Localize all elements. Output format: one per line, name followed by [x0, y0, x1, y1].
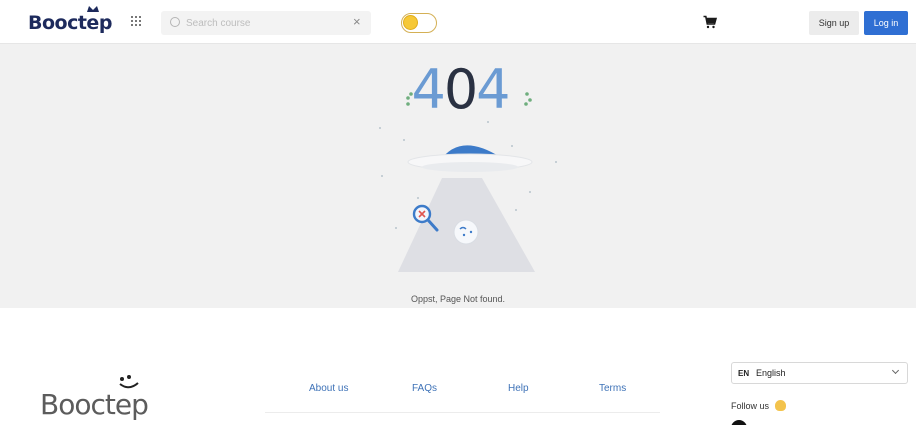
- logo-crown-icon: [87, 6, 99, 12]
- language-flag-icon: EN: [738, 369, 750, 378]
- wave-hand-icon: [774, 400, 786, 411]
- follow-us: Follow us: [731, 400, 786, 411]
- footer-logo-crown-icon: [119, 375, 139, 389]
- top-navbar: Booctep × Sign up Log in: [0, 0, 916, 44]
- cart-icon[interactable]: [703, 15, 717, 29]
- language-select[interactable]: EN English: [731, 362, 908, 384]
- sad-face-icon: [453, 219, 479, 245]
- error-section: 404 Oppst, Page Not found.: [0, 44, 916, 308]
- chevron-down-icon: [891, 366, 900, 375]
- error-code: 404: [411, 58, 508, 121]
- logo[interactable]: Booctep: [28, 6, 112, 34]
- footer-logo-text: Booctep: [40, 388, 149, 421]
- footer-logo[interactable]: Booctep: [40, 375, 149, 421]
- plant-right-icon: [524, 92, 532, 106]
- footer-link-faqs[interactable]: FAQs: [412, 383, 437, 394]
- search-input[interactable]: [186, 14, 346, 32]
- error-message: Oppst, Page Not found.: [410, 294, 506, 304]
- signup-button[interactable]: Sign up: [809, 11, 859, 35]
- login-button[interactable]: Log in: [864, 11, 908, 35]
- logo-text: Booctep: [28, 12, 112, 34]
- toggle-knob: [403, 15, 418, 30]
- theme-toggle[interactable]: [401, 13, 437, 33]
- clear-icon[interactable]: ×: [353, 14, 361, 29]
- search-icon: [170, 17, 180, 27]
- language-label: English: [756, 368, 786, 378]
- footer-link-terms[interactable]: Terms: [599, 383, 626, 394]
- footer-link-about[interactable]: About us: [309, 383, 348, 394]
- follow-label: Follow us: [731, 401, 770, 411]
- footer: Booctep About us FAQs Help Terms EN Engl…: [0, 308, 916, 425]
- ufo-illustration: 404: [379, 58, 557, 272]
- search-bar: ×: [161, 11, 371, 35]
- footer-link-help[interactable]: Help: [508, 383, 529, 394]
- social-icon[interactable]: [731, 420, 747, 425]
- apps-grid-icon[interactable]: [131, 16, 141, 26]
- footer-links: About us FAQs Help Terms: [265, 381, 660, 413]
- page: Booctep × Sign up Log in: [0, 0, 916, 425]
